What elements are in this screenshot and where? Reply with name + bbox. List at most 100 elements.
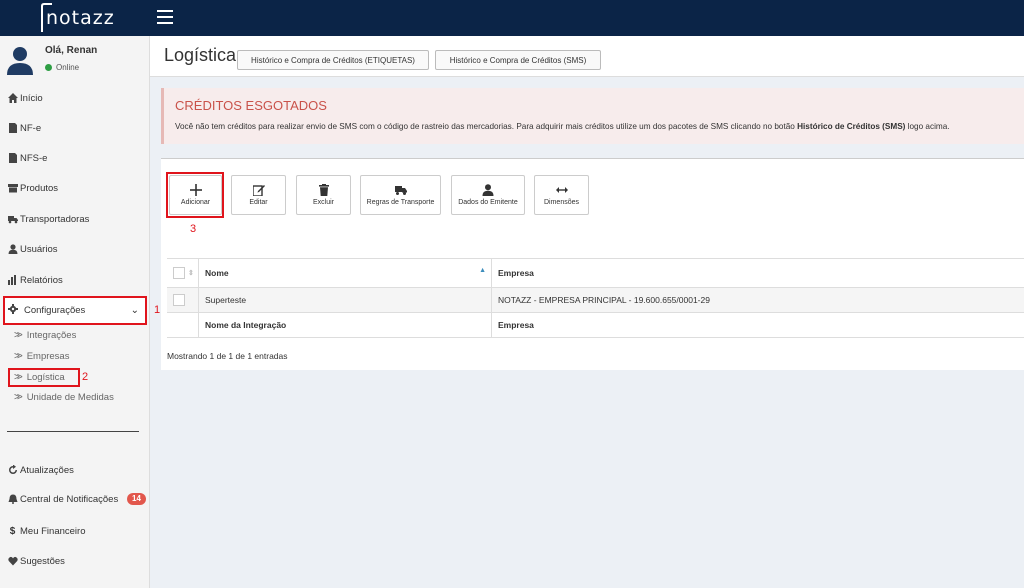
sidebar-subitem-integracoes[interactable]: >> Integrações xyxy=(14,330,76,341)
sidebar-subitem-unidade-de-medidas[interactable]: >> Unidade de Medidas xyxy=(14,392,114,403)
double-chevron-right-icon: >> xyxy=(14,330,23,341)
sidebar-item-usuarios[interactable]: Usuários xyxy=(0,239,150,259)
sidebar-item-label: Transportadoras xyxy=(20,213,90,225)
truck-icon xyxy=(7,214,18,225)
gear-icon xyxy=(8,304,18,317)
page-title: Logística xyxy=(164,45,237,65)
alert-message: Você não tem créditos para realizar envi… xyxy=(175,122,950,131)
document-icon xyxy=(7,153,18,164)
edit-button[interactable]: Editar xyxy=(231,175,286,215)
column-header-label: Empresa xyxy=(498,268,534,278)
bar-chart-icon xyxy=(7,275,18,286)
alert-text-part: logo acima. xyxy=(905,122,950,131)
select-all-checkbox[interactable] xyxy=(173,267,185,279)
trash-icon xyxy=(318,184,329,196)
sidebar-item-label: Atualizações xyxy=(20,464,74,476)
notification-count-badge: 14 xyxy=(127,493,146,505)
content-header: Logística Histórico e Compra de Créditos… xyxy=(150,36,1024,77)
etiquetas-credits-button[interactable]: Histórico e Compra de Créditos (ETIQUETA… xyxy=(237,50,429,70)
double-chevron-right-icon: >> xyxy=(14,351,23,362)
sidebar-item-label: Sugestões xyxy=(20,555,65,567)
sidebar-item-transportadoras[interactable]: Transportadoras xyxy=(0,209,150,229)
sidebar-item-configuracoes[interactable]: Configurações ⌄ xyxy=(3,296,147,325)
edit-icon xyxy=(252,185,265,196)
transport-rules-button[interactable]: Regras de Transporte xyxy=(360,175,441,215)
sort-icon[interactable]: ⇕ xyxy=(188,269,194,277)
online-dot-icon xyxy=(45,64,52,71)
sidebar-item-relatorios[interactable]: Relatórios xyxy=(0,270,150,290)
sms-credits-button[interactable]: Histórico e Compra de Créditos (SMS) xyxy=(435,50,601,70)
alert-text-bold: Histórico de Créditos (SMS) xyxy=(797,122,906,131)
user-status: Online xyxy=(45,63,79,72)
sidebar-divider xyxy=(7,431,139,432)
sidebar-item-inicio[interactable]: Início xyxy=(0,88,150,108)
annotation-step-2: 2 xyxy=(82,371,89,383)
menu-toggle-icon[interactable] xyxy=(157,10,173,24)
sidebar-item-label: Usuários xyxy=(20,243,58,255)
brand-logo[interactable]: notazz xyxy=(46,7,115,29)
user-icon xyxy=(482,184,494,196)
alert-text-part: Você não tem créditos para realizar envi… xyxy=(175,122,798,131)
delete-button[interactable]: Excluir xyxy=(296,175,351,215)
table-row[interactable]: Superteste NOTAZZ - EMPRESA PRINCIPAL - … xyxy=(167,288,1024,313)
refresh-icon xyxy=(7,465,18,476)
issuer-data-button[interactable]: Dados do Emitente xyxy=(451,175,525,215)
sidebar-item-label: NF-e xyxy=(20,122,42,134)
sidebar-item-atualizacoes[interactable]: Atualizações xyxy=(0,460,150,480)
sidebar-item-label: Meu Financeiro xyxy=(20,525,86,537)
annotation-step-3: 3 xyxy=(190,223,197,235)
table-info: Mostrando 1 de 1 de 1 entradas xyxy=(167,351,288,361)
sidebar-item-label: Início xyxy=(20,92,43,104)
heart-icon xyxy=(7,556,18,567)
dollar-icon: $ xyxy=(9,525,16,537)
sidebar-item-produtos[interactable]: Produtos xyxy=(0,178,150,198)
footer-column-nome-da-integracao: Nome da Integração xyxy=(198,313,491,337)
user-avatar-icon xyxy=(7,47,33,75)
add-button[interactable]: Adicionar xyxy=(169,175,222,215)
user-greeting: Olá, Renan xyxy=(45,45,98,56)
table-header-row: ⇕ Nome ▲ Empresa xyxy=(167,258,1024,288)
double-chevron-right-icon: >> xyxy=(14,372,23,383)
sidebar-subitem-logistica[interactable]: >> Logística xyxy=(14,372,65,383)
sort-asc-icon[interactable]: ▲ xyxy=(479,267,486,274)
horizontal-arrows-icon xyxy=(555,187,568,193)
sidebar-item-label: Central de Notificações xyxy=(20,493,119,505)
double-chevron-right-icon: >> xyxy=(14,392,23,403)
alert-title: CRÉDITOS ESGOTADOS xyxy=(175,98,327,113)
sidebar-item-label: Configurações xyxy=(24,305,86,316)
sidebar-subitem-label: Empresas xyxy=(26,351,70,362)
truck-icon xyxy=(394,186,407,195)
sidebar-subitem-label: Logística xyxy=(26,372,65,383)
row-select-cell xyxy=(173,288,185,312)
add-button-label: Adicionar xyxy=(180,199,211,206)
sidebar-item-label: Relatórios xyxy=(20,274,63,286)
sidebar: Olá, Renan Online Início NF-e NFS-e Prod… xyxy=(0,36,160,588)
cell-nome: Superteste xyxy=(198,288,491,312)
row-checkbox[interactable] xyxy=(173,294,185,306)
top-navbar: notazz xyxy=(0,0,1024,36)
edit-button-label: Editar xyxy=(249,199,268,206)
annotation-step-1: 1 xyxy=(154,304,161,316)
column-header-empresa[interactable]: Empresa xyxy=(491,259,534,287)
sidebar-subitem-empresas[interactable]: >> Empresas xyxy=(14,351,69,362)
sidebar-item-nfe[interactable]: NF-e xyxy=(0,118,150,138)
sidebar-subitem-label: Unidade de Medidas xyxy=(26,392,114,403)
issuer-data-label: Dados do Emitente xyxy=(458,199,518,206)
user-status-label: Online xyxy=(56,63,80,72)
dimensions-label: Dimensões xyxy=(543,199,579,206)
sidebar-subitem-label: Integrações xyxy=(26,330,77,341)
document-icon xyxy=(7,123,18,134)
table-footer-row: Nome da Integração Empresa xyxy=(167,313,1024,338)
sidebar-item-sugestoes[interactable]: Sugestões xyxy=(0,551,150,571)
sidebar-item-label: Produtos xyxy=(20,182,59,194)
credits-alert: CRÉDITOS ESGOTADOS Você não tem créditos… xyxy=(161,88,1024,144)
column-header-nome[interactable]: Nome ▲ xyxy=(198,259,491,287)
chevron-down-icon[interactable]: ⌄ xyxy=(131,305,139,316)
dimensions-button[interactable]: Dimensões xyxy=(534,175,589,215)
transport-rules-label: Regras de Transporte xyxy=(366,199,435,206)
integrations-panel: Adicionar 3 Editar Excluir Regras de Tra… xyxy=(161,158,1024,370)
sidebar-item-meu-financeiro[interactable]: $ Meu Financeiro xyxy=(0,521,150,541)
home-icon xyxy=(7,93,18,104)
footer-column-empresa: Empresa xyxy=(491,313,534,337)
sidebar-item-nfse[interactable]: NFS-e xyxy=(0,148,150,168)
